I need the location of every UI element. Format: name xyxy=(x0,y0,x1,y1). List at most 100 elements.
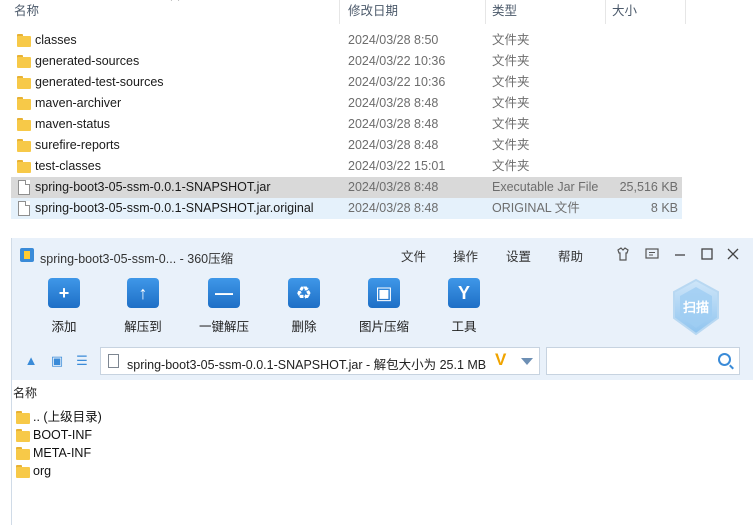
path-field[interactable]: spring-boot3-05-ssm-0.0.1-SNAPSHOT.jar -… xyxy=(100,347,540,375)
file-type: 文件夹 xyxy=(492,75,530,89)
add-button[interactable]: + 添加 xyxy=(32,278,96,335)
folder-icon xyxy=(16,464,30,478)
file-type: 文件夹 xyxy=(492,159,530,173)
image-compress-icon: ▣ xyxy=(368,278,400,308)
archive-item-name: .. (上级目录) xyxy=(33,410,102,424)
file-type: 文件夹 xyxy=(492,54,530,68)
column-size[interactable]: 大小 xyxy=(606,0,686,24)
folder-icon xyxy=(17,54,31,68)
folder-icon xyxy=(17,138,31,152)
address-bar: ▲ ▣ ☰ spring-boot3-05-ssm-0.0.1-SNAPSHOT… xyxy=(12,342,753,380)
archive-window: spring-boot3-05-ssm-0... - 360压缩 文件 操作 设… xyxy=(11,238,753,525)
file-row-maven-archiver[interactable]: maven-archiver 2024/03/28 8:48 文件夹 xyxy=(11,93,682,114)
search-input[interactable] xyxy=(551,351,711,371)
archive-item-name: org xyxy=(33,464,52,478)
file-name: test-classes xyxy=(35,159,101,173)
file-type: ORIGINAL 文件 xyxy=(492,201,580,215)
file-size: 25,516 KB xyxy=(619,180,678,194)
file-row-generated-test-sources[interactable]: generated-test-sources 2024/03/22 10:36 … xyxy=(11,72,682,93)
window-title: spring-boot3-05-ssm-0... - 360压缩 xyxy=(40,252,234,266)
column-type[interactable]: 类型 xyxy=(486,0,606,24)
delete-button[interactable]: ♻ 删除 xyxy=(272,278,336,335)
file-name: maven-status xyxy=(35,117,111,131)
file-row-jar[interactable]: spring-boot3-05-ssm-0.0.1-SNAPSHOT.jar 2… xyxy=(11,177,682,198)
folder-icon xyxy=(17,96,31,110)
file-type: Executable Jar File xyxy=(492,180,599,194)
thumbnail-view-icon[interactable]: ▣ xyxy=(49,354,65,368)
scan-label: 扫描 xyxy=(682,300,709,315)
folder-icon xyxy=(17,75,31,89)
column-date[interactable]: 修改日期 xyxy=(342,0,486,24)
file-name: classes xyxy=(35,33,77,47)
column-name[interactable]: 名称 xyxy=(8,0,340,24)
menu-settings[interactable]: 设置 xyxy=(506,246,531,265)
minimize-icon[interactable] xyxy=(671,246,689,264)
scan-button[interactable]: 扫描 xyxy=(670,278,722,336)
app-logo-icon xyxy=(20,248,34,262)
archive-item-name: META-INF xyxy=(33,446,92,460)
file-icon xyxy=(18,201,30,216)
file-name: spring-boot3-05-ssm-0.0.1-SNAPSHOT.jar xyxy=(35,180,271,194)
folder-icon xyxy=(17,159,31,173)
list-view-icon[interactable]: ☰ xyxy=(74,354,90,368)
message-icon[interactable] xyxy=(643,246,661,264)
file-row-test-classes[interactable]: test-classes 2024/03/22 15:01 文件夹 xyxy=(11,156,682,177)
search-field[interactable] xyxy=(546,347,740,375)
file-type: 文件夹 xyxy=(492,96,530,110)
menu-operations[interactable]: 操作 xyxy=(453,246,478,265)
check-v-icon: V xyxy=(495,350,507,369)
file-name: maven-archiver xyxy=(35,96,122,110)
file-icon xyxy=(18,180,30,195)
file-name: generated-test-sources xyxy=(35,75,164,89)
folder-icon xyxy=(16,410,30,424)
folder-icon xyxy=(17,117,31,131)
folder-icon xyxy=(16,428,30,442)
one-click-extract-button[interactable]: — 一键解压 xyxy=(192,278,256,335)
one-click-extract-icon: — xyxy=(208,278,240,308)
file-date: 2024/03/28 8:48 xyxy=(348,180,439,194)
file-name: spring-boot3-05-ssm-0.0.1-SNAPSHOT.jar.o… xyxy=(35,201,314,215)
search-icon[interactable] xyxy=(718,353,731,366)
skin-icon[interactable] xyxy=(614,246,632,264)
list-column-name[interactable]: 名称 xyxy=(12,384,753,402)
file-row-surefire-reports[interactable]: surefire-reports 2024/03/28 8:48 文件夹 xyxy=(11,135,682,156)
chevron-down-icon[interactable] xyxy=(521,358,533,365)
file-row-maven-status[interactable]: maven-status 2024/03/28 8:48 文件夹 xyxy=(11,114,682,135)
file-name: surefire-reports xyxy=(35,138,120,152)
folder-icon xyxy=(17,33,31,47)
file-row-classes[interactable]: classes 2024/03/28 8:50 文件夹 xyxy=(11,30,682,51)
file-type: 文件夹 xyxy=(492,138,530,152)
maximize-icon[interactable] xyxy=(698,246,716,264)
archive-item-name: BOOT-INF xyxy=(33,428,93,442)
file-type: 文件夹 xyxy=(492,33,530,47)
path-text: spring-boot3-05-ssm-0.0.1-SNAPSHOT.jar -… xyxy=(127,358,487,372)
menu-help[interactable]: 帮助 xyxy=(558,246,583,265)
file-size: 8 KB xyxy=(650,201,678,215)
extract-icon: ↑ xyxy=(127,278,159,308)
folder-icon xyxy=(16,446,30,460)
document-icon xyxy=(108,354,119,368)
file-date: 2024/03/22 15:01 xyxy=(348,159,446,173)
up-arrow-icon[interactable]: ▲ xyxy=(23,354,39,368)
file-explorer: 名称 修改日期 类型 大小 classes 2024/03/28 8:50 文件… xyxy=(0,0,753,238)
image-compress-button[interactable]: ▣ 图片压缩 xyxy=(352,278,416,335)
column-header: 名称 修改日期 类型 大小 xyxy=(0,0,686,24)
tools-icon: Y xyxy=(448,278,480,308)
toolbar: + 添加 ↑ 解压到 — 一键解压 ♻ 删除 ▣ 图片压缩 Y 工具 扫描 xyxy=(12,272,753,342)
recycle-icon: ♻ xyxy=(288,278,320,308)
close-icon[interactable] xyxy=(724,246,742,264)
file-row-generated-sources[interactable]: generated-sources 2024/03/22 10:36 文件夹 xyxy=(11,51,682,72)
add-icon: + xyxy=(48,278,80,308)
file-row-jar-original[interactable]: spring-boot3-05-ssm-0.0.1-SNAPSHOT.jar.o… xyxy=(11,198,682,219)
file-date: 2024/03/22 10:36 xyxy=(348,54,446,68)
menu-file[interactable]: 文件 xyxy=(401,246,426,265)
file-date: 2024/03/28 8:48 xyxy=(348,138,439,152)
extract-to-button[interactable]: ↑ 解压到 xyxy=(111,278,175,335)
tools-button[interactable]: Y 工具 xyxy=(432,278,496,335)
file-date: 2024/03/22 10:36 xyxy=(348,75,446,89)
file-date: 2024/03/28 8:50 xyxy=(348,33,439,47)
title-bar[interactable]: spring-boot3-05-ssm-0... - 360压缩 文件 操作 设… xyxy=(12,238,753,272)
file-name: generated-sources xyxy=(35,54,140,68)
file-type: 文件夹 xyxy=(492,117,530,131)
file-date: 2024/03/28 8:48 xyxy=(348,96,439,110)
